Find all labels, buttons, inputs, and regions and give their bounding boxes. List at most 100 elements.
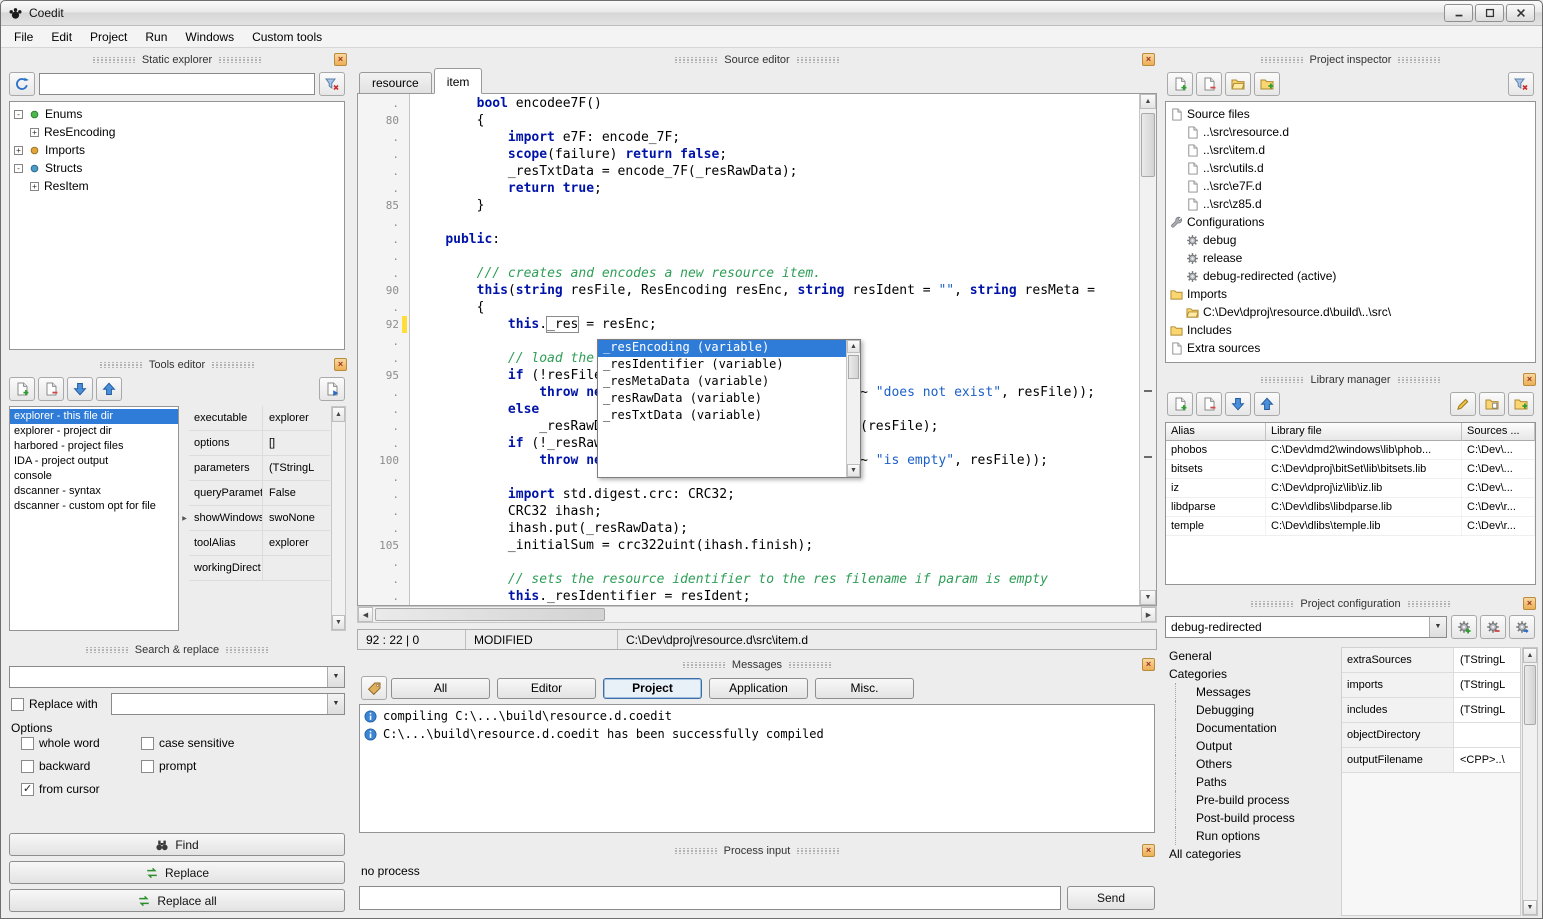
tag-button[interactable] [361,676,387,700]
find-button[interactable]: Find [9,833,345,856]
scroll-up-icon[interactable]: ▲ [847,340,860,353]
table-row[interactable]: templeC:\Dev\dlibs\temple.libC:\Dev\r... [1166,517,1535,536]
folder-plus-button[interactable] [1508,392,1534,416]
menu-file[interactable]: File [5,27,42,47]
completion-item[interactable]: _resTxtData (variable) [598,408,846,425]
tree-item[interactable]: Configurations [1166,213,1535,231]
tree-item[interactable]: Others [1175,755,1323,773]
tree-item[interactable]: Debugging [1175,701,1323,719]
file-minus-button[interactable] [38,377,64,401]
tools-grid-scrollbar[interactable]: ▲ ▼ [331,406,346,631]
tree-item[interactable]: Source files [1166,105,1535,123]
message-row[interactable]: C:\...\build\resource.d.coedit has been … [360,725,1154,743]
tree-item[interactable]: debug [1166,231,1535,249]
tree-item[interactable]: Paths [1175,773,1323,791]
table-row[interactable]: izC:\Dev\dproj\iz\lib\iz.libC:\Dev\... [1166,479,1535,498]
tree-item[interactable]: General [1165,647,1323,665]
property-value[interactable]: explorer [263,406,330,430]
file-run-button[interactable] [319,377,345,401]
property-value[interactable]: <CPP>..\ [1454,748,1520,772]
close-panel-button[interactable] [334,53,347,66]
list-item[interactable]: IDA - project output [10,454,178,469]
tree-item[interactable]: ..\src\resource.d [1166,123,1535,141]
folder-open-button[interactable] [1225,72,1251,96]
messages-list[interactable]: compiling C:\...\build\resource.d.coedit… [359,704,1155,833]
scrollbar-thumb[interactable] [848,355,859,379]
property-value[interactable]: (TStringL [1454,673,1520,697]
filter-clear-button[interactable] [1508,72,1534,96]
replace-all-button[interactable]: Replace all [9,889,345,912]
gear-arrow-button[interactable] [1509,615,1535,639]
checkbox-box[interactable] [21,737,34,750]
tree-item[interactable]: +ResEncoding [10,123,344,141]
property-value[interactable]: [] [263,431,330,455]
collapse-icon[interactable]: - [14,110,23,119]
menu-run[interactable]: Run [136,27,176,47]
property-name[interactable]: toolAlias [189,531,263,555]
scroll-down-icon[interactable]: ▼ [1523,900,1537,915]
close-panel-button[interactable] [1523,373,1536,386]
close-button[interactable] [1506,4,1535,22]
chevron-down-icon[interactable] [1429,617,1446,637]
completion-item[interactable]: _resEncoding (variable) [598,340,846,357]
symbol-filter-input[interactable] [39,73,315,95]
list-item[interactable]: dscanner - custom opt for file [10,499,178,514]
configuration-combobox[interactable]: debug-redirected [1165,616,1447,638]
tree-item[interactable]: debug-redirected (active) [1166,267,1535,285]
completion-item[interactable]: _resMetaData (variable) [598,374,846,391]
checkbox-backward[interactable]: backward [21,759,141,773]
scroll-right-icon[interactable]: ▶ [1141,607,1156,622]
completion-list[interactable]: _resEncoding (variable)_resIdentifier (v… [598,340,846,477]
checkbox-box[interactable] [11,698,24,711]
property-name[interactable]: queryParamet [189,481,263,505]
chevron-down-icon[interactable] [327,667,344,687]
refresh-button[interactable] [9,72,35,96]
tree-item[interactable]: ..\src\item.d [1166,141,1535,159]
folder-plus-button[interactable] [1254,72,1280,96]
property-name[interactable]: outputFilename [1342,748,1454,772]
symbol-tree[interactable]: -Enums+ResEncoding+Imports-Structs+ResIt… [9,101,345,350]
send-button[interactable]: Send [1067,886,1155,910]
search-term-combobox[interactable] [9,666,345,688]
scrollbar-thumb[interactable] [1141,113,1155,177]
tree-item[interactable]: Messages [1175,683,1323,701]
checkbox-case-sensitive[interactable]: case sensitive [141,736,311,750]
completion-item[interactable]: _resIdentifier (variable) [598,357,846,374]
replace-term-combobox[interactable] [111,693,345,715]
menu-custom-tools[interactable]: Custom tools [243,27,331,47]
property-name[interactable]: options [189,431,263,455]
close-panel-button[interactable] [1523,597,1536,610]
menu-edit[interactable]: Edit [42,27,81,47]
scroll-up-icon[interactable]: ▲ [1523,648,1537,663]
arrow-up-button[interactable] [96,377,122,401]
filter-all-button[interactable]: All [391,678,490,699]
tree-item[interactable]: Output [1175,737,1323,755]
project-tree[interactable]: Source files..\src\resource.d..\src\item… [1165,101,1536,363]
table-row[interactable]: bitsetsC:\Dev\dproj\bitSet\lib\bitsets.l… [1166,460,1535,479]
pencil-button[interactable] [1450,392,1476,416]
table-row[interactable]: libdparseC:\Dev\dlibs\libdparse.libC:\De… [1166,498,1535,517]
table-row[interactable]: phobosC:\Dev\dmd2\windows\lib\phob...C:\… [1166,441,1535,460]
column-header[interactable]: Library file [1266,423,1462,441]
tree-item[interactable]: Categories [1165,665,1323,683]
property-name[interactable]: objectDirectory [1342,723,1454,747]
checkbox-whole-word[interactable]: whole word [21,736,141,750]
tree-item[interactable]: Post-build process [1175,809,1323,827]
tree-item[interactable]: Includes [1166,321,1535,339]
list-item[interactable]: explorer - this file dir [10,409,178,424]
close-panel-button[interactable] [1142,844,1155,857]
tree-item[interactable]: -Structs [10,159,344,177]
replace-button[interactable]: Replace [9,861,345,884]
tree-item[interactable]: Run options [1175,827,1323,845]
expand-icon[interactable]: + [14,146,23,155]
property-name[interactable]: extraSources [1342,648,1454,672]
menu-project[interactable]: Project [81,27,136,47]
tree-item[interactable]: -Enums [10,105,344,123]
tree-item[interactable]: release [1166,249,1535,267]
tree-item[interactable]: ..\src\e7F.d [1166,177,1535,195]
checkbox-from-cursor[interactable]: from cursor [21,782,141,796]
file-minus-button[interactable] [1196,72,1222,96]
arrow-up-button[interactable] [1254,392,1280,416]
scroll-down-icon[interactable]: ▼ [847,464,860,477]
list-item[interactable]: harbored - project files [10,439,178,454]
